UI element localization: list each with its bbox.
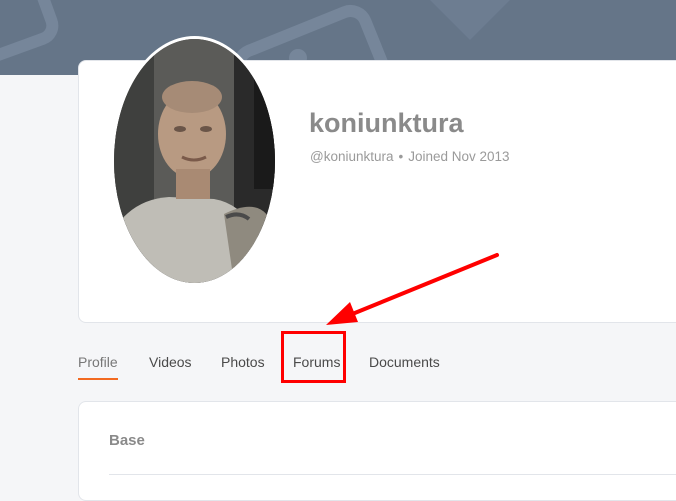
profile-display-name: koniunktura: [309, 108, 464, 138]
tab-videos[interactable]: Videos: [149, 354, 192, 378]
avatar[interactable]: [111, 36, 278, 286]
base-section-title: Base: [109, 432, 145, 449]
avatar-photo: [114, 39, 275, 283]
base-section-divider: [109, 474, 676, 475]
profile-meta: @koniunktura • Joined Nov 2013: [310, 149, 510, 164]
tab-photos[interactable]: Photos: [221, 354, 265, 378]
profile-handle: @koniunktura: [310, 149, 394, 164]
base-section-card: Base: [78, 401, 676, 501]
profile-joined: Joined Nov 2013: [408, 149, 510, 164]
tab-documents[interactable]: Documents: [369, 354, 440, 378]
meta-separator: •: [398, 149, 404, 164]
annotation-highlight-box: [281, 331, 346, 383]
tab-profile[interactable]: Profile: [78, 354, 118, 380]
